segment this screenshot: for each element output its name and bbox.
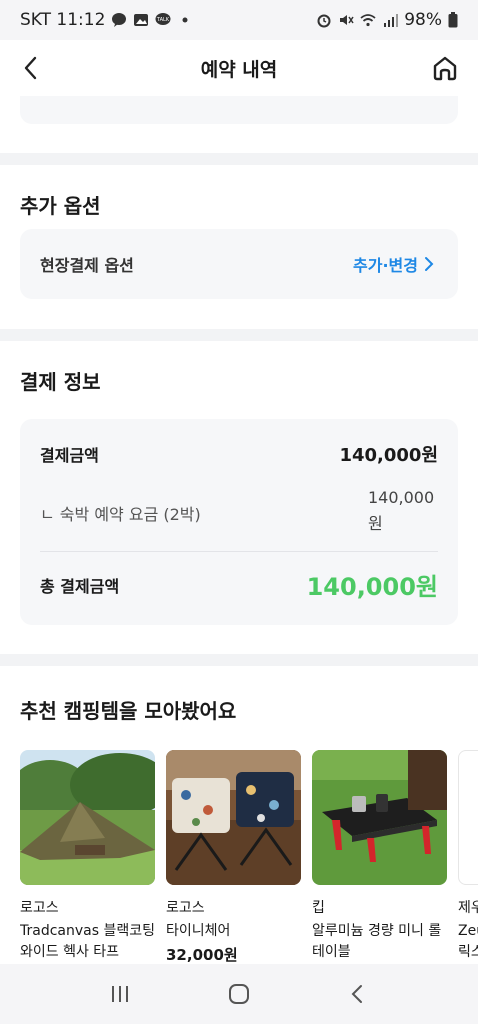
payment-card: 결제금액 140,000원 ㄴ 숙박 예약 요금 (2박) 140,000원 총… [20, 419, 458, 625]
recommend-title: 추천 캠핑템을 모아봤어요 [20, 699, 237, 723]
chat-icon [112, 13, 127, 27]
recommend-item[interactable]: 제우 Zeu 릭스 [458, 750, 478, 964]
total-label: 총 결제금액 [40, 576, 120, 596]
mute-icon [340, 15, 354, 25]
total-row: 총 결제금액 140,000원 [40, 567, 438, 602]
option-label: 현장결제 옵션 [40, 256, 134, 275]
recommend-item[interactable]: 로고스 Tradcanvas 블랙코팅 와이드 헥사 타프 [20, 750, 155, 964]
onsite-payment-option[interactable]: 현장결제 옵션 추가·변경 [20, 229, 458, 299]
add-change-button[interactable]: 추가·변경 [353, 252, 434, 276]
recent-apps-icon [111, 986, 128, 1002]
payment-info-title: 결제 정보 [20, 370, 101, 394]
stay-fee-value: 140,000원 [368, 488, 435, 533]
recommend-name: Tradcanvas 블랙코팅 와이드 헥사 타프 [20, 923, 155, 960]
add-options-title: 추가 옵션 [20, 194, 101, 218]
gallery-icon [134, 14, 149, 26]
chevron-right-icon [425, 257, 434, 271]
recommend-brand: 로고스 [166, 900, 205, 916]
home-icon[interactable] [428, 51, 462, 85]
recommend-item[interactable]: 킵 알루미늄 경량 미니 롤 테이블 [312, 750, 447, 964]
recommend-brand: 킵 [312, 900, 325, 916]
alarm-icon [317, 14, 331, 28]
total-value: 140,000원 [306, 573, 438, 601]
payment-amount-row: 결제금액 140,000원 [40, 441, 438, 467]
battery-percent: 98% [404, 10, 442, 30]
recommend-name: 알루미늄 경량 미니 롤 테이블 [312, 923, 442, 960]
recent-apps-button[interactable] [100, 974, 140, 1014]
home-circle-icon [228, 984, 249, 1004]
svg-text:TALK: TALK [156, 17, 170, 23]
dot-icon [182, 17, 188, 23]
payment-amount-label: 결제금액 [40, 446, 99, 465]
stay-fee-label: ㄴ 숙박 예약 요금 (2박) [40, 505, 201, 524]
carrier-time: SKT 11:12 [20, 10, 106, 30]
talk-icon: TALK [155, 13, 171, 25]
recommend-name: Zeu 릭스 [458, 923, 478, 960]
recommend-name: 타이니체어 [166, 923, 231, 939]
recommend-brand: 로고스 [20, 900, 59, 916]
previous-card [20, 96, 458, 124]
section-divider [0, 329, 478, 341]
page-title: 예약 내역 [200, 58, 278, 81]
header: 예약 내역 [0, 40, 478, 96]
add-change-label: 추가·변경 [353, 256, 418, 275]
back-button[interactable] [338, 974, 378, 1014]
chair-image [166, 750, 301, 885]
battery-icon [448, 12, 458, 28]
section-divider [0, 654, 478, 666]
recommend-item[interactable]: 로고스 타이니체어 32,000원 [166, 750, 301, 964]
system-nav-bar [0, 964, 478, 1024]
status-bar: SKT 11:12 TALK 98% [0, 0, 478, 40]
product-image [458, 750, 478, 885]
signal-icon [384, 14, 399, 27]
wifi-icon [360, 14, 376, 27]
payment-amount-value: 140,000원 [339, 445, 438, 466]
recommend-price: 32,000원 [166, 946, 238, 964]
back-icon[interactable] [16, 52, 48, 84]
stay-fee-row: ㄴ 숙박 예약 요금 (2박) 140,000원 [40, 485, 438, 537]
recommend-brand: 제우 [458, 900, 478, 916]
content: 추가 옵션 현장결제 옵션 추가·변경 결제 정보 결제금액 140,000원 … [0, 96, 478, 964]
back-nav-icon [351, 985, 363, 1003]
home-button[interactable] [219, 974, 259, 1014]
section-divider [0, 153, 478, 165]
tarp-image [20, 750, 155, 885]
table-image [312, 750, 447, 885]
recommend-list: 로고스 Tradcanvas 블랙코팅 와이드 헥사 타프 로고스 타이니체어 … [20, 750, 478, 964]
payment-separator [40, 551, 438, 552]
